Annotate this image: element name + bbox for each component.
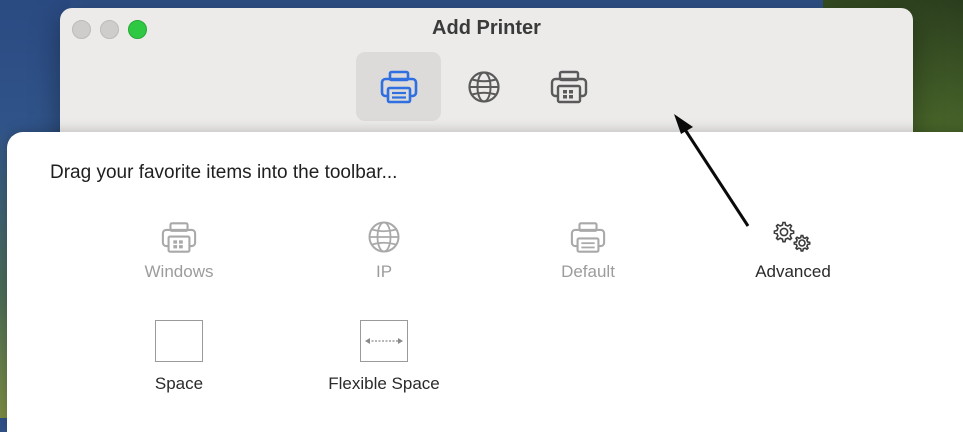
palette-item-label: Default (561, 262, 615, 281)
palette-item-label: Windows (144, 262, 214, 281)
globe-icon (368, 221, 400, 253)
palette-item-flexible-space[interactable]: Flexible Space (304, 320, 464, 394)
globe-icon (467, 70, 500, 103)
space-placeholder (155, 320, 203, 362)
space-label: Space (154, 374, 204, 393)
palette-item-label: IP (375, 262, 393, 281)
windows-printer-icon (550, 70, 587, 103)
palette-item-ip[interactable]: IP (304, 214, 464, 282)
window-title: Add Printer (432, 17, 541, 39)
palette-item-label: Advanced (755, 262, 831, 281)
flexible-space-placeholder (360, 320, 408, 362)
toolbar-default-button[interactable] (356, 52, 441, 121)
toolbar (356, 52, 611, 121)
double-arrow-icon (365, 338, 403, 344)
toolbar-windows-button[interactable] (526, 52, 611, 121)
printer-icon (570, 222, 606, 253)
palette-item-default[interactable]: Default (508, 214, 668, 282)
palette-item-windows[interactable]: Windows (99, 214, 259, 282)
palette-item-space[interactable]: Space (99, 320, 259, 394)
customize-toolbar-sheet: Drag your favorite items into the toolba… (7, 132, 963, 432)
gears-icon (773, 221, 811, 252)
printer-icon (380, 70, 417, 103)
windows-printer-icon (161, 222, 197, 253)
customize-heading: Drag your favorite items into the toolba… (50, 162, 398, 183)
flexible-space-label: Flexible Space (328, 374, 440, 393)
toolbar-ip-button[interactable] (441, 52, 526, 121)
palette-item-advanced[interactable]: Advanced (713, 214, 873, 282)
